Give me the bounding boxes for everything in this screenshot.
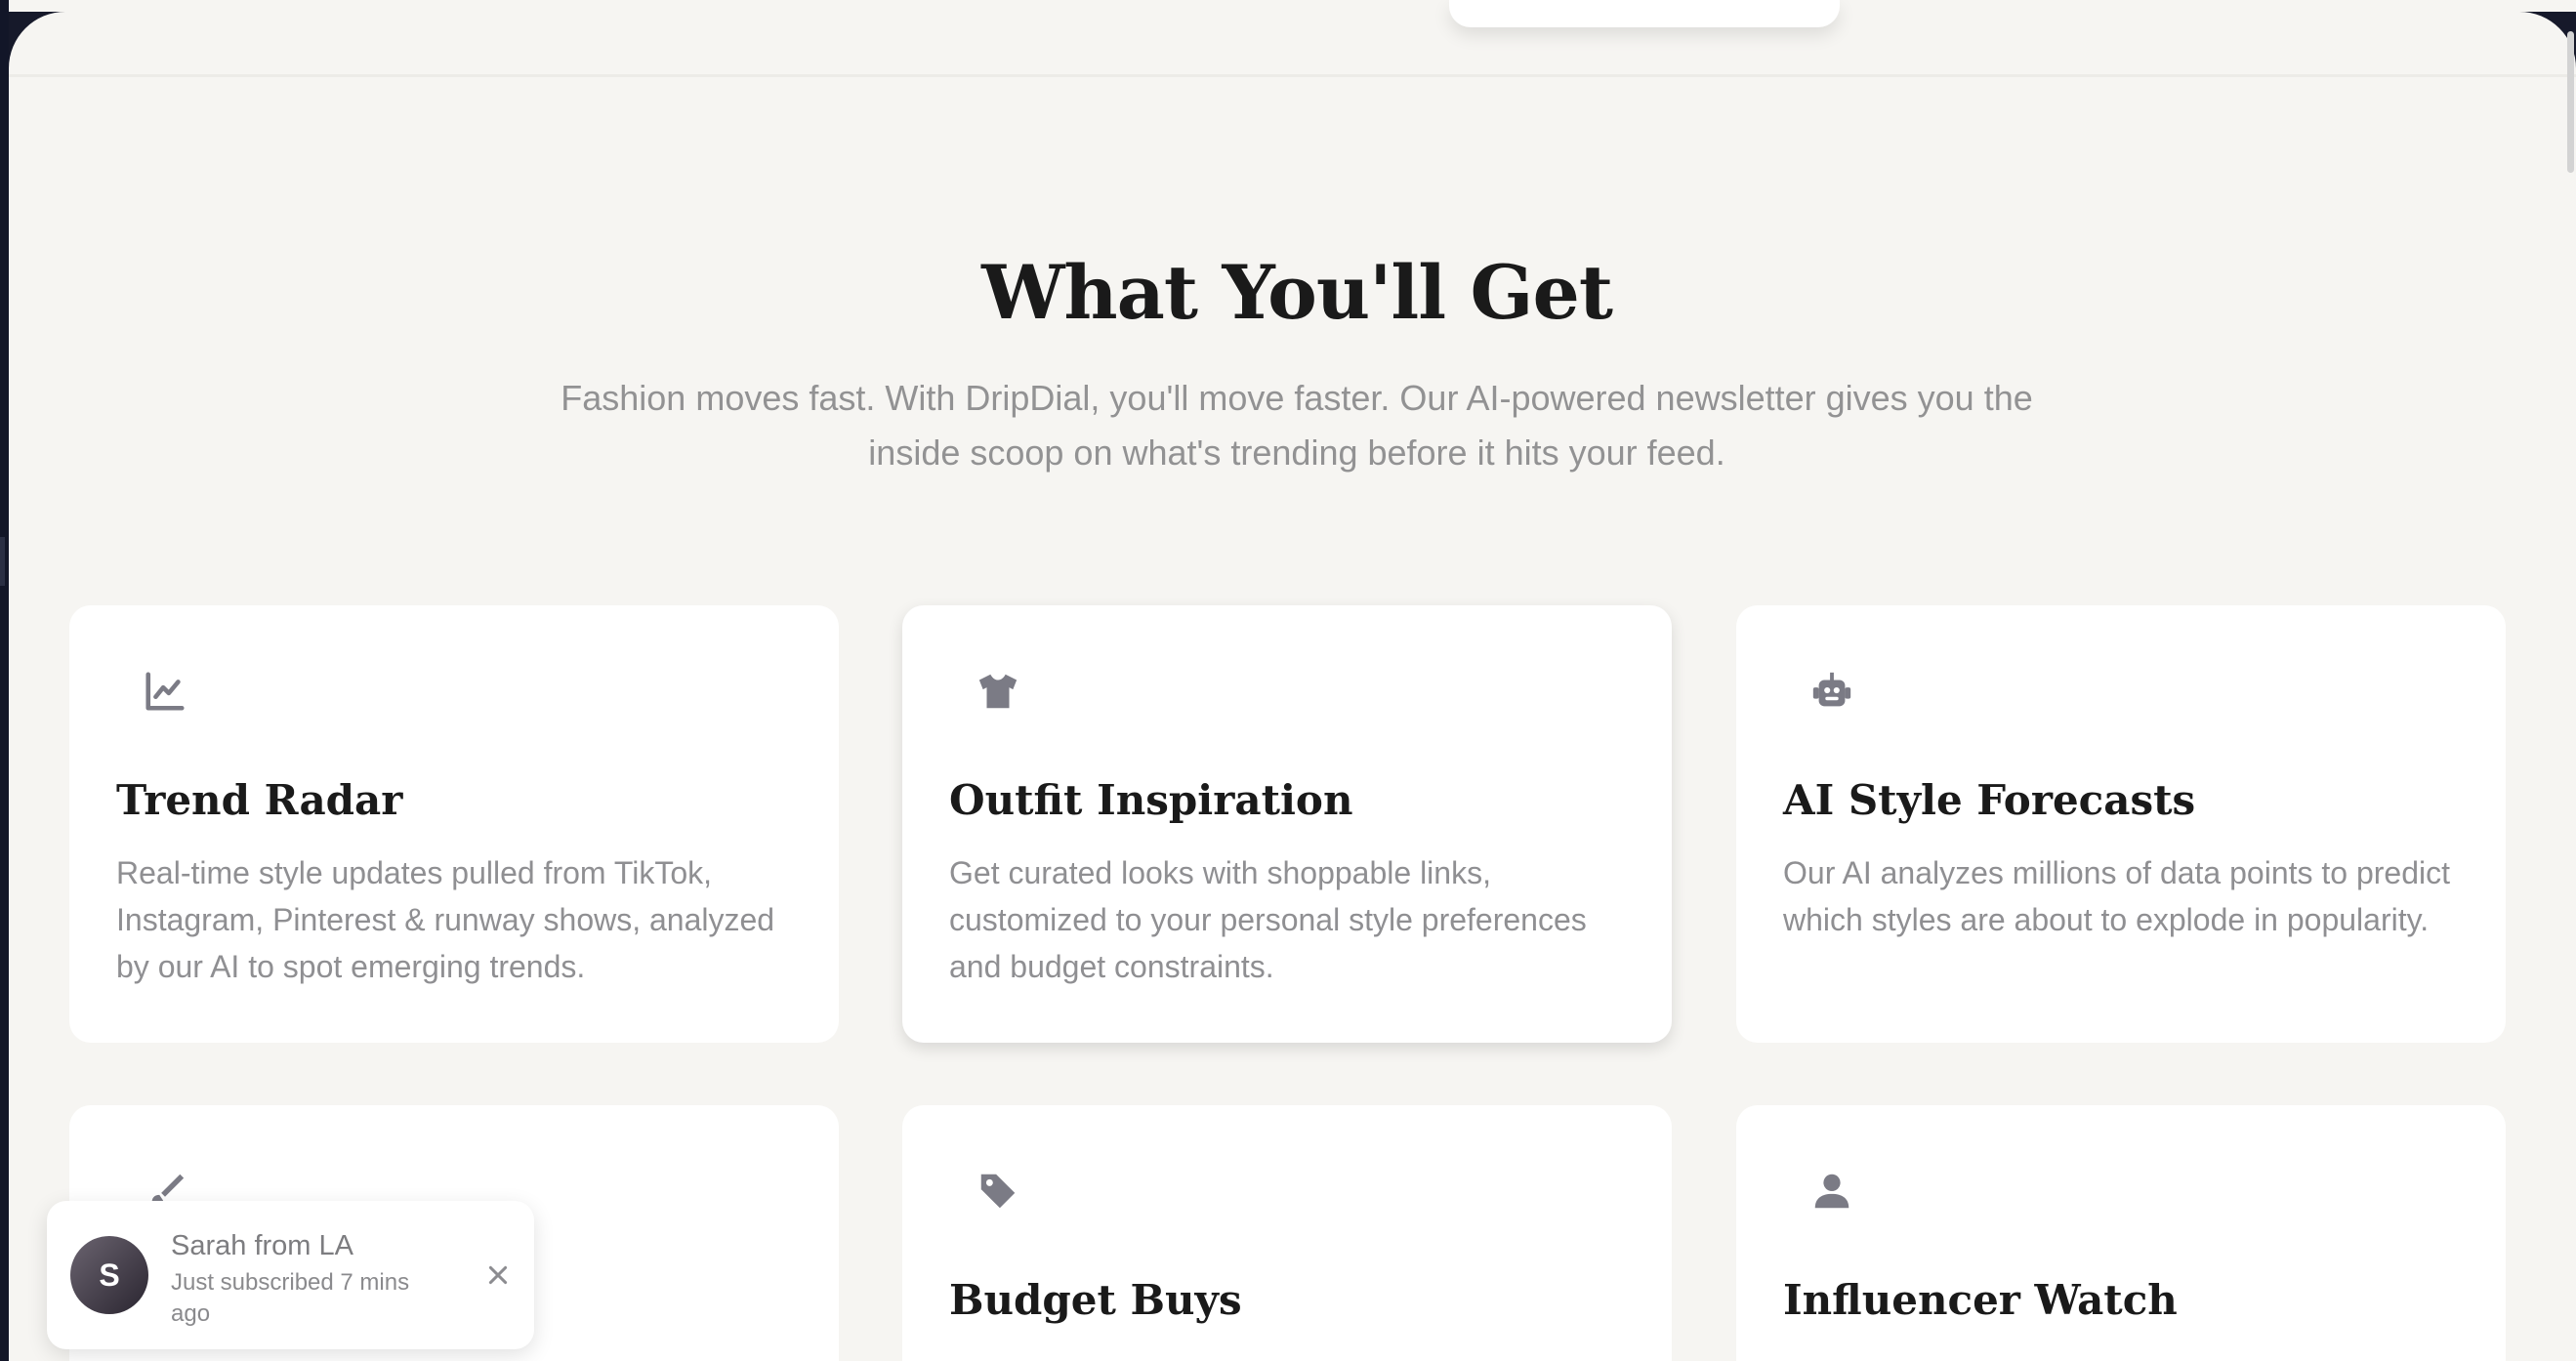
shirt-icon [971,664,1025,719]
edge-notch [0,537,5,586]
feature-title: Trend Radar [116,776,403,824]
toast-message: Just subscribed 7 mins ago [171,1269,410,1327]
close-icon[interactable] [480,1258,516,1293]
feature-title: Outfit Inspiration [949,776,1353,824]
feature-description: Get curated looks with shoppable links, … [949,855,1587,984]
section-subtitle: Fashion moves fast. With DripDial, you'l… [561,378,2033,473]
scrollbar[interactable] [2566,12,2576,1361]
robot-icon [1805,664,1859,719]
chart-line-icon [138,664,192,719]
avatar: S [70,1236,148,1314]
page-container: What You'll Get Fashion moves fast. With… [9,12,2576,1361]
nav-bar [9,12,2576,77]
subscription-toast: S Sarah from LA Just subscribed 7 mins a… [47,1201,534,1349]
feature-card-trend-radar: Trend Radar Real-time style updates pull… [69,605,839,1043]
nav-pill[interactable] [1449,0,1840,27]
tag-icon [971,1164,1025,1218]
scrollbar-thumb[interactable] [2567,31,2574,173]
left-window-edge [0,0,9,1361]
feature-card-ai-style-forecasts: AI Style Forecasts Our AI analyzes milli… [1736,605,2506,1043]
feature-description: Real-time style updates pulled from TikT… [116,855,775,984]
top-background [9,0,2576,12]
feature-title: AI Style Forecasts [1783,776,2196,824]
feature-description: Our AI analyzes millions of data points … [1783,855,2451,937]
toast-name: Sarah from LA [171,1230,353,1261]
feature-card-influencer-watch: Influencer Watch [1736,1105,2506,1361]
feature-title: Influencer Watch [1783,1276,2178,1324]
user-icon [1805,1164,1859,1218]
feature-card-budget-buys: Budget Buys [902,1105,1672,1361]
section-title: What You'll Get [981,249,1613,336]
feature-card-outfit-inspiration: Outfit Inspiration Get curated looks wit… [902,605,1672,1043]
feature-title: Budget Buys [949,1276,1242,1324]
